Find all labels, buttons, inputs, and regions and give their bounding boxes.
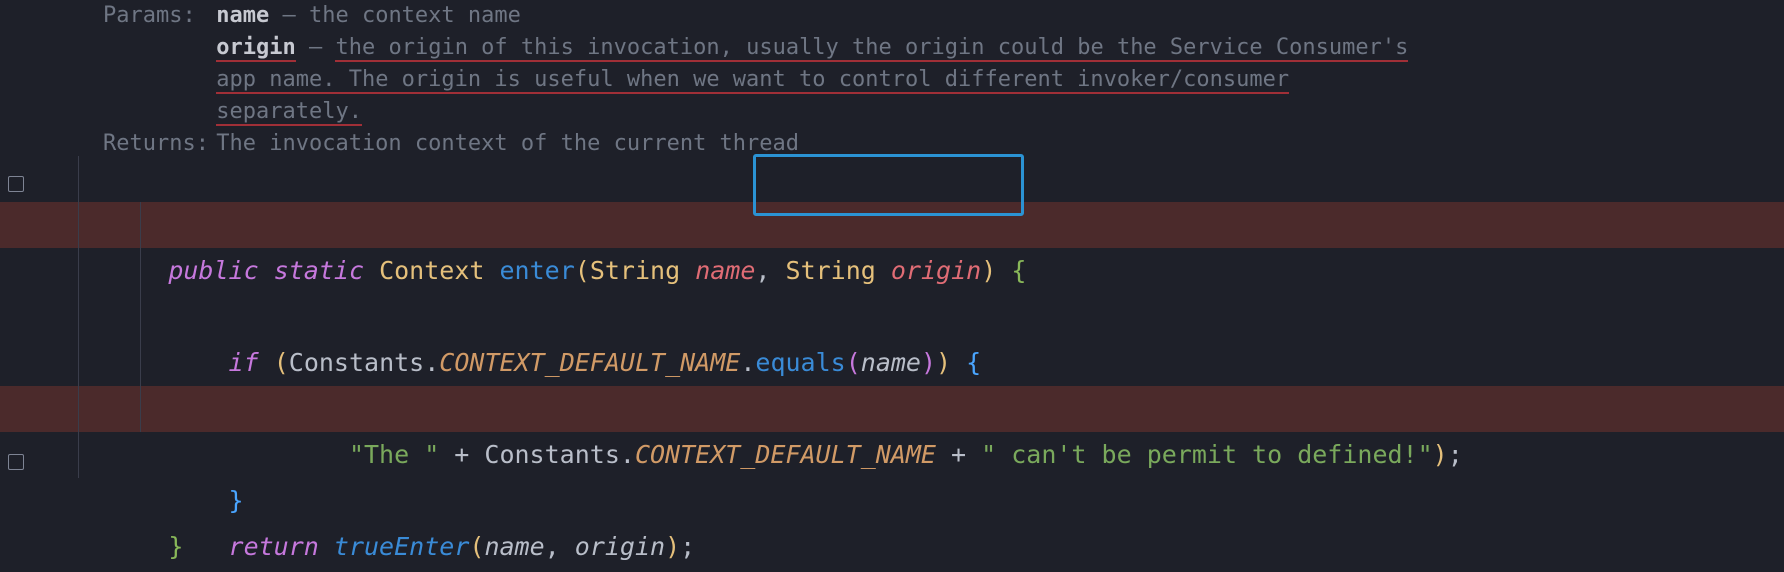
doc-params-line: origin – the origin of this invocation, … [103,32,1764,64]
javadoc-block: Params: name – the context name origin –… [103,0,1764,160]
code-line[interactable]: } [0,432,1784,478]
code-line[interactable]: public static Context enter(String name,… [0,156,1784,202]
code-line[interactable]: if (Constants.CONTEXT_DEFAULT_NAME.equal… [0,202,1784,248]
indent-guide [78,156,79,202]
code-line[interactable]: throw new ContextNameDefineException( [0,248,1784,294]
code-area[interactable]: public static Context enter(String name,… [0,156,1784,478]
doc-dash: – [296,35,336,60]
doc-params-label: Params: [103,0,203,32]
brace-close: } [229,486,244,515]
indent-guide [140,202,141,248]
doc-params-line: app name. The origin is useful when we w… [103,64,1764,96]
doc-param-name-2: origin [216,35,295,62]
var-origin: origin [575,532,665,561]
paren-close: ) [665,532,680,561]
indent-guide [78,432,79,478]
indent-guide [78,340,79,386]
doc-param-desc-2c: separately. [216,99,362,126]
doc-params-line: Params: name – the context name [103,0,1764,32]
doc-param-desc-1: – the context name [269,3,521,28]
code-line[interactable]: return trueEnter(name, origin); [0,386,1784,432]
brace-close: } [168,532,183,561]
indent-guide [78,294,79,340]
method-trueenter: trueEnter [334,532,469,561]
keyword-return: return [229,532,319,561]
indent-guide [78,248,79,294]
doc-returns-text: The invocation context of the current th… [203,131,799,156]
indent-guide [140,386,141,432]
editor-canvas: Params: name – the context name origin –… [0,0,1784,572]
doc-params-line: separately. [103,96,1764,128]
var-name: name [484,532,544,561]
indent-guide [140,294,141,340]
doc-param-name-1: name [216,3,269,28]
code-line[interactable]: } [0,340,1784,386]
indent-guide [78,386,79,432]
indent-guide [78,202,79,248]
paren-open: ( [469,532,484,561]
doc-param-desc-2a: the origin of this invocation, usually t… [335,35,1408,62]
code-line[interactable]: "The " + Constants.CONTEXT_DEFAULT_NAME … [0,294,1784,340]
indent-guide [140,340,141,386]
doc-param-desc-2b: app name. The origin is useful when we w… [216,67,1289,94]
indent-guide [140,248,141,294]
